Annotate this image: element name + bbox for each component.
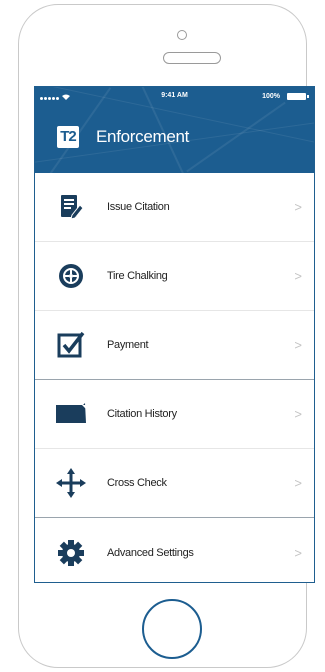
chevron-right-icon: > (294, 545, 302, 560)
gear-icon (51, 533, 91, 573)
battery-percent: 100% (262, 93, 280, 100)
menu-item-label: Cross Check (107, 477, 167, 489)
battery-icon (287, 93, 309, 100)
menu-item-label: Advanced Settings (107, 546, 194, 559)
brand: T2 Enforcement (57, 123, 189, 151)
app-header: 9:41 AM 100% T2 Enforcement (35, 87, 314, 173)
chevron-right-icon: > (294, 268, 302, 284)
chevron-right-icon: > (294, 475, 302, 491)
menu-item-tire-chalking[interactable]: Tire Chalking > (35, 242, 314, 311)
menu-item-cross-check[interactable]: Cross Check > (35, 449, 314, 518)
menu-item-label: Issue Citation (107, 201, 170, 213)
chevron-right-icon: > (294, 406, 302, 422)
chevron-right-icon: > (294, 199, 302, 215)
tire-icon (51, 256, 91, 296)
app-screen: 9:41 AM 100% T2 Enforcement Issue Citati… (34, 86, 315, 583)
menu-item-label: Payment (107, 339, 149, 351)
menu-item-issue-citation[interactable]: Issue Citation > (35, 173, 314, 242)
menu-item-citation-history[interactable]: Citation History > (35, 380, 314, 449)
main-menu: Issue Citation > Tire Chalking > Payment… (35, 173, 314, 582)
chevron-right-icon: > (294, 337, 302, 353)
clipboard-edit-icon (51, 187, 91, 227)
status-bar: 9:41 AM 100% (35, 87, 314, 107)
crosshair-arrows-icon (51, 463, 91, 503)
menu-item-label: Tire Chalking (107, 270, 168, 282)
menu-item-advanced-settings[interactable]: Advanced Settings > (35, 518, 314, 582)
checkbox-icon (51, 325, 91, 365)
folder-icon (51, 394, 91, 434)
menu-item-label: Citation History (107, 408, 177, 420)
t2-logo: T2 (57, 126, 79, 148)
camera-icon (177, 30, 187, 40)
menu-item-payment[interactable]: Payment > (35, 311, 314, 380)
speaker-grille (163, 52, 221, 64)
page-title: Enforcement (96, 127, 190, 146)
home-button[interactable] (142, 599, 202, 659)
